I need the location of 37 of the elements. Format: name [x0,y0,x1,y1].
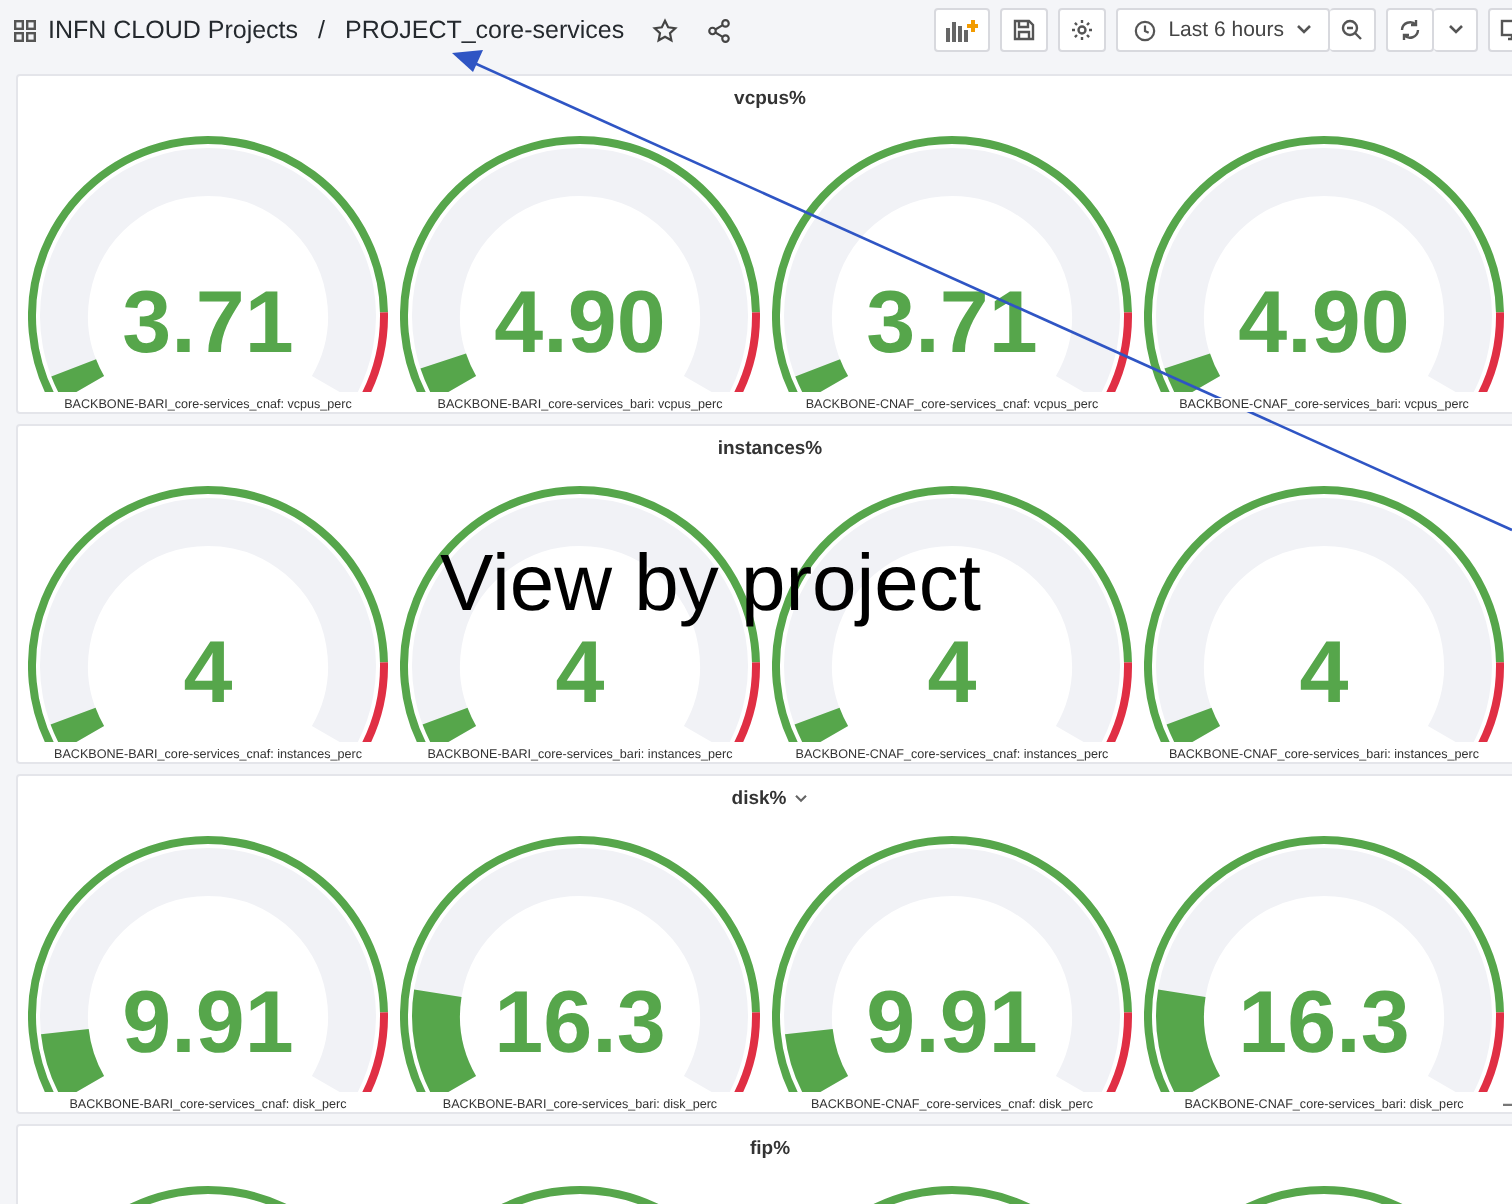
panel-title[interactable]: instances% [717,437,823,459]
gauge-value: 4 [927,624,977,722]
gauge-value: 3.71 [122,274,294,372]
time-range-picker[interactable]: Last 6 hours [1116,8,1330,52]
caret-icon[interactable] [794,793,809,803]
share-icon[interactable] [706,17,733,43]
breadcrumb-link[interactable]: INFN CLOUD Projects [48,16,299,44]
gauge-value: 4 [555,624,605,722]
gauge-value: 9.91 [122,974,294,1072]
settings-button[interactable] [1058,8,1107,52]
gauge-value: 4 [183,624,233,722]
caret-icon [1296,24,1312,36]
clock-icon [1134,19,1157,41]
breadcrumb-separator: / [318,16,326,44]
panel-title[interactable]: disk% [731,787,787,809]
dashboards-grid-icon[interactable] [14,19,36,41]
breadcrumb-link[interactable]: PROJECT_core-services [345,16,625,44]
save-button[interactable] [1000,8,1049,52]
gauge-value: 4.90 [494,274,666,372]
panel-title[interactable]: fip% [749,1137,791,1159]
refresh-button[interactable] [1386,8,1434,52]
gauge-value: 16.3 [1238,974,1410,1072]
panel-title[interactable]: vcpus% [734,87,806,109]
bar-chart-plus-icon [946,18,979,42]
zoom-out-button[interactable] [1330,8,1376,52]
save-icon [1012,18,1037,42]
gauge-value: 3.71 [866,274,1038,372]
star-icon[interactable] [652,17,679,43]
gauge-value: 16.3 [494,974,666,1072]
caret-icon [1447,24,1463,36]
add-panel-button[interactable] [934,8,991,52]
refresh-icon [1398,18,1422,42]
gauge-value: 4 [1299,624,1349,722]
zoom-out-icon [1340,18,1364,42]
settings-icon [1070,18,1095,42]
gauge-value: 9.91 [866,974,1038,1072]
gauge-value: 4.90 [1238,274,1410,372]
